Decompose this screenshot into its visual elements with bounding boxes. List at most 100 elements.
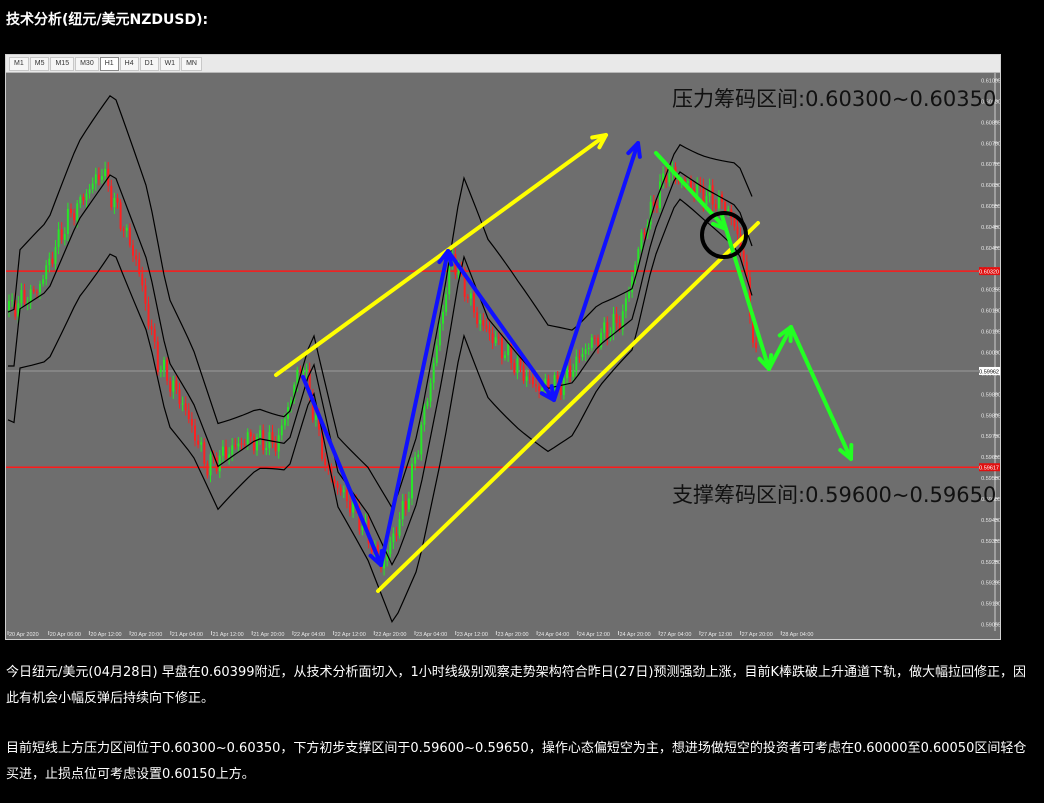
- candle-body: [733, 218, 736, 227]
- y-tick-label: 0.60480: [981, 225, 1000, 231]
- channel-lower-line: [376, 221, 760, 593]
- candle-body: [401, 501, 404, 520]
- x-tick-label: 22 Apr 04:00: [294, 632, 325, 638]
- x-tick-label: 22 Apr 20:00: [375, 632, 406, 638]
- wave-segment: [301, 375, 383, 567]
- candle-body: [101, 176, 103, 180]
- candle-body: [476, 312, 479, 324]
- candle-body: [125, 227, 128, 231]
- candle-body: [175, 380, 178, 390]
- candle-body: [32, 289, 35, 292]
- x-tick-label: 24 Apr 12:00: [579, 632, 610, 638]
- x-tick-label: 20 Apr 06:00: [50, 632, 81, 638]
- y-tick-label: 0.59355: [981, 539, 1000, 545]
- candle-body: [209, 454, 212, 476]
- y-tick-label: 0.59130: [981, 602, 1000, 608]
- candle-body: [414, 457, 417, 464]
- candle-body: [246, 432, 249, 445]
- candle-body: [159, 369, 162, 372]
- candle-body: [172, 380, 175, 392]
- candle-body: [283, 418, 286, 426]
- price-chart: M1 M5 M15 M30 H1 H4 D1 W1 MN 0.61005 0.60930 0.608…: [5, 54, 1001, 640]
- candle-body: [640, 232, 643, 250]
- candle-body: [485, 325, 488, 329]
- candle-body: [20, 290, 23, 304]
- x-tick-label: 23 Apr 20:00: [497, 632, 528, 638]
- support-annotation: 支撑筹码区间:0.59600~0.59650: [672, 483, 997, 507]
- candle-body: [54, 247, 57, 264]
- candle-body: [221, 446, 224, 456]
- candle-body: [122, 228, 125, 231]
- candle-body: [395, 533, 398, 536]
- candle-body: [144, 285, 147, 304]
- candle-body: [163, 359, 165, 370]
- candle-body: [231, 445, 234, 455]
- candle-body: [234, 445, 237, 447]
- candle-body: [197, 440, 200, 445]
- forecast-segment: [724, 227, 771, 371]
- y-tick-label: 0.60780: [981, 141, 1000, 147]
- candle-body: [73, 213, 76, 221]
- candle-body: [736, 226, 739, 235]
- candle-body: [432, 362, 435, 383]
- candle-body: [404, 501, 407, 510]
- candle-body: [466, 296, 469, 299]
- y-tick-label: 0.60630: [981, 183, 1000, 189]
- candle-body: [531, 376, 534, 385]
- y-tick-label: 0.59430: [981, 518, 1000, 524]
- candle-body: [435, 345, 438, 363]
- candle-body: [147, 303, 150, 327]
- y-tick-label: 0.59805: [981, 413, 1000, 419]
- candle-body: [705, 196, 708, 205]
- candle-body: [535, 384, 537, 387]
- candle-body: [194, 425, 196, 441]
- candle-body: [479, 319, 482, 324]
- candle-body: [11, 300, 14, 302]
- candle-body: [110, 185, 113, 208]
- candle-body: [280, 425, 283, 436]
- bollinger-middle-band: [8, 171, 753, 567]
- candle-body: [659, 181, 661, 209]
- candle-body: [714, 204, 717, 209]
- x-tick-label: 24 Apr 04:00: [538, 632, 569, 638]
- forecast-segment: [789, 325, 853, 461]
- candle-body: [429, 382, 432, 402]
- support-price-tag: 0.59617: [979, 466, 999, 472]
- candle-body: [132, 245, 134, 256]
- candle-body: [398, 519, 401, 536]
- candle-body: [190, 419, 193, 426]
- y-tick-label: 0.60855: [981, 120, 1000, 126]
- x-tick-label: 20 Apr 20:00: [131, 632, 162, 638]
- wave-segment: [446, 249, 556, 402]
- candle-body: [587, 347, 590, 350]
- x-tick-label: 27 Apr 12:00: [701, 632, 732, 638]
- y-tick-label: 0.60105: [981, 330, 1000, 336]
- candle-body: [35, 291, 38, 293]
- candle-body: [116, 197, 119, 203]
- candle-body: [156, 341, 159, 372]
- candle-body: [138, 259, 141, 274]
- x-tick-label: 27 Apr 04:00: [660, 632, 691, 638]
- current-price-tag: 0.59962: [979, 369, 999, 375]
- candle-body: [200, 442, 203, 445]
- candle-body: [66, 208, 69, 235]
- candle-body: [252, 436, 255, 451]
- candle-body: [8, 301, 10, 311]
- candle-body: [538, 386, 541, 392]
- y-tick-label: 0.60705: [981, 162, 1000, 168]
- candle-body: [417, 454, 420, 458]
- candle-body: [60, 229, 63, 240]
- candle-body: [104, 168, 107, 177]
- candle-body: [500, 338, 503, 359]
- candle-body: [445, 294, 448, 312]
- candle-body: [606, 322, 609, 339]
- candle-body: [314, 415, 317, 420]
- candle-body: [615, 313, 618, 323]
- candle-body: [516, 358, 519, 373]
- candle-body: [63, 234, 66, 240]
- candle-body: [711, 185, 714, 205]
- wave-segment: [379, 249, 450, 567]
- candle-body: [218, 455, 221, 472]
- y-tick-label: 0.60405: [981, 246, 1000, 252]
- candle-body: [85, 193, 88, 201]
